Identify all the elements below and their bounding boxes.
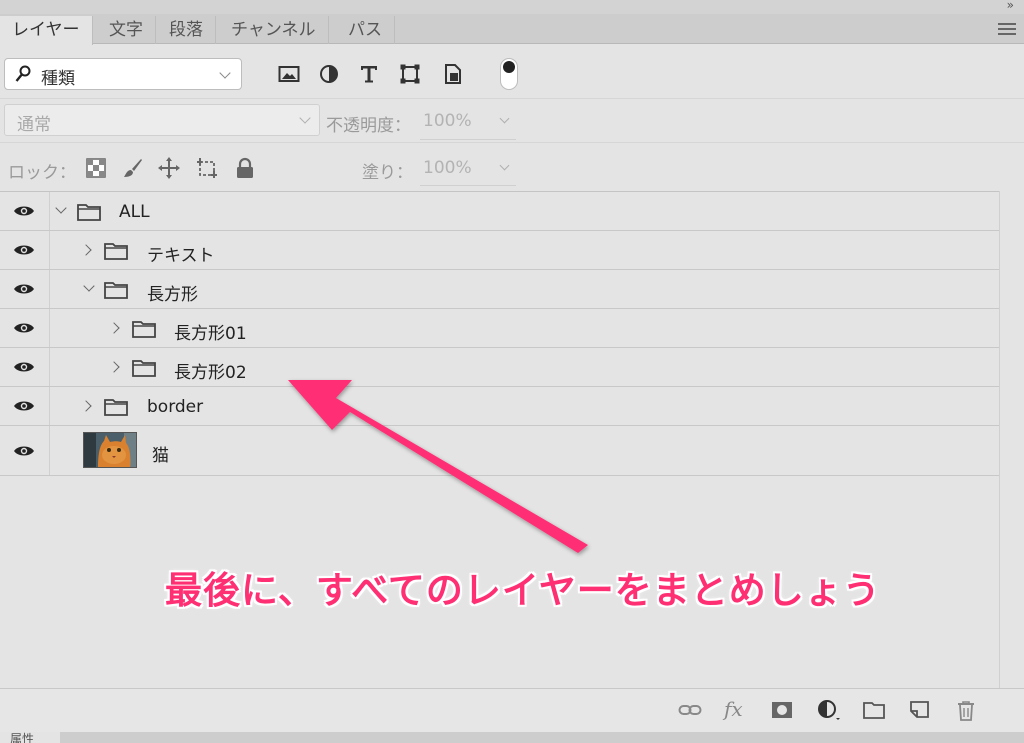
- lock-row: ロック： 塗り： 100%: [0, 142, 1024, 190]
- annotation-caption: 最後に、すべてのレイヤーをまとめしょう: [165, 569, 881, 612]
- layer-name: 長方形02: [174, 363, 247, 383]
- eye-icon: [14, 323, 34, 333]
- opacity-value[interactable]: 100%: [423, 111, 472, 131]
- visibility-toggle[interactable]: [0, 192, 50, 230]
- disclosure-chevron-icon[interactable]: [80, 244, 92, 256]
- visibility-toggle[interactable]: [0, 348, 50, 386]
- blend-mode-value: 通常: [17, 115, 51, 135]
- blend-row: 通常 不透明度： 100%: [0, 98, 1024, 142]
- panel-menu-icon[interactable]: [998, 23, 1016, 35]
- panel-scroll-edge: [999, 191, 1000, 688]
- layer-name: 長方形01: [174, 324, 247, 344]
- layers-list: ALL テキスト 長方形 長方形01 長方形02 border 猫: [0, 191, 999, 476]
- layer-thumbnail: [83, 432, 137, 468]
- blend-mode-select[interactable]: 通常: [4, 104, 320, 136]
- visibility-toggle[interactable]: [0, 270, 50, 308]
- layer-name: 猫: [152, 446, 169, 466]
- disclosure-chevron-icon[interactable]: [80, 400, 92, 412]
- toggle-dot: [503, 61, 515, 73]
- layer-row[interactable]: border: [0, 387, 999, 426]
- panel-tab-bar: レイヤー 文字 段落 チャンネル パス: [0, 14, 1024, 45]
- chevron-down-icon: [299, 112, 311, 124]
- panel-top-strip: »: [0, 0, 1024, 14]
- opacity-underline: [420, 139, 516, 140]
- collapse-panel-icon[interactable]: »: [1007, 0, 1014, 12]
- tab-layers[interactable]: レイヤー: [0, 16, 93, 45]
- layer-name: border: [147, 397, 204, 417]
- filter-kind-select[interactable]: 種類: [4, 58, 242, 90]
- disclosure-chevron-icon[interactable]: [108, 361, 120, 373]
- layer-name: 長方形: [147, 285, 198, 305]
- eye-icon: [14, 446, 34, 455]
- next-panel-strip: 属性: [0, 732, 1024, 743]
- filter-row: 種類: [0, 52, 1024, 96]
- disclosure-chevron-icon[interactable]: [83, 280, 95, 292]
- layers-bottom-toolbar: fx: [0, 688, 1024, 732]
- eye-icon: [14, 284, 34, 294]
- trash-icon[interactable]: [954, 699, 978, 721]
- fill-value[interactable]: 100%: [423, 158, 472, 178]
- tab-paths[interactable]: パス: [336, 16, 395, 44]
- layer-row[interactable]: 猫: [0, 426, 999, 476]
- layer-row[interactable]: 長方形01: [0, 309, 999, 348]
- layer-row[interactable]: 長方形02: [0, 348, 999, 387]
- lock-image-icon[interactable]: [122, 157, 144, 179]
- tab-character[interactable]: 文字: [97, 16, 156, 44]
- folder-icon: [77, 204, 101, 221]
- layer-row[interactable]: テキスト: [0, 231, 999, 270]
- visibility-toggle[interactable]: [0, 231, 50, 269]
- shape-filter-icon[interactable]: [399, 64, 421, 84]
- adjustment-filter-icon[interactable]: [318, 64, 340, 84]
- lock-label: ロック：: [8, 163, 76, 183]
- chevron-down-icon: [219, 67, 231, 79]
- chevron-down-icon[interactable]: [499, 113, 510, 124]
- visibility-toggle[interactable]: [0, 387, 50, 425]
- eye-icon: [14, 245, 34, 255]
- lock-transparent-icon[interactable]: [85, 157, 107, 179]
- smart-object-filter-icon[interactable]: [441, 64, 463, 84]
- folder-icon: [104, 282, 128, 299]
- layer-name: テキスト: [147, 246, 215, 266]
- eye-icon: [14, 401, 34, 411]
- disclosure-chevron-icon[interactable]: [108, 322, 120, 334]
- eye-icon: [14, 206, 34, 216]
- layer-name: ALL: [119, 202, 150, 222]
- filter-toggle[interactable]: [500, 58, 518, 90]
- lock-position-icon[interactable]: [158, 157, 180, 179]
- eye-icon: [14, 362, 34, 372]
- new-group-icon[interactable]: [862, 699, 886, 721]
- tab-paragraph[interactable]: 段落: [157, 16, 216, 44]
- fill-label: 塗り：: [362, 163, 413, 183]
- mask-icon[interactable]: [770, 699, 794, 721]
- search-icon: [15, 65, 31, 87]
- disclosure-chevron-icon[interactable]: [55, 202, 67, 214]
- tab-channels[interactable]: チャンネル: [219, 16, 329, 44]
- folder-icon: [132, 360, 156, 377]
- cat-image-icon: [84, 433, 136, 467]
- folder-icon: [104, 243, 128, 260]
- lock-all-icon[interactable]: [234, 157, 256, 179]
- tab-properties[interactable]: 属性: [0, 732, 60, 743]
- image-filter-icon[interactable]: [278, 64, 300, 84]
- filter-kind-label: 種類: [41, 69, 75, 89]
- folder-icon: [132, 321, 156, 338]
- layer-row[interactable]: 長方形: [0, 270, 999, 309]
- fx-icon[interactable]: fx: [724, 697, 743, 721]
- chevron-down-icon[interactable]: [499, 160, 510, 171]
- visibility-toggle[interactable]: [0, 426, 50, 475]
- visibility-toggle[interactable]: [0, 309, 50, 347]
- opacity-label: 不透明度：: [326, 116, 411, 136]
- type-filter-icon[interactable]: [358, 64, 380, 84]
- link-icon[interactable]: [678, 699, 702, 721]
- adjustment-layer-icon[interactable]: [816, 699, 840, 721]
- fill-underline: [420, 185, 516, 186]
- lock-artboard-icon[interactable]: [196, 157, 218, 179]
- folder-icon: [104, 399, 128, 416]
- layer-row[interactable]: ALL: [0, 192, 999, 231]
- new-layer-icon[interactable]: [908, 699, 932, 721]
